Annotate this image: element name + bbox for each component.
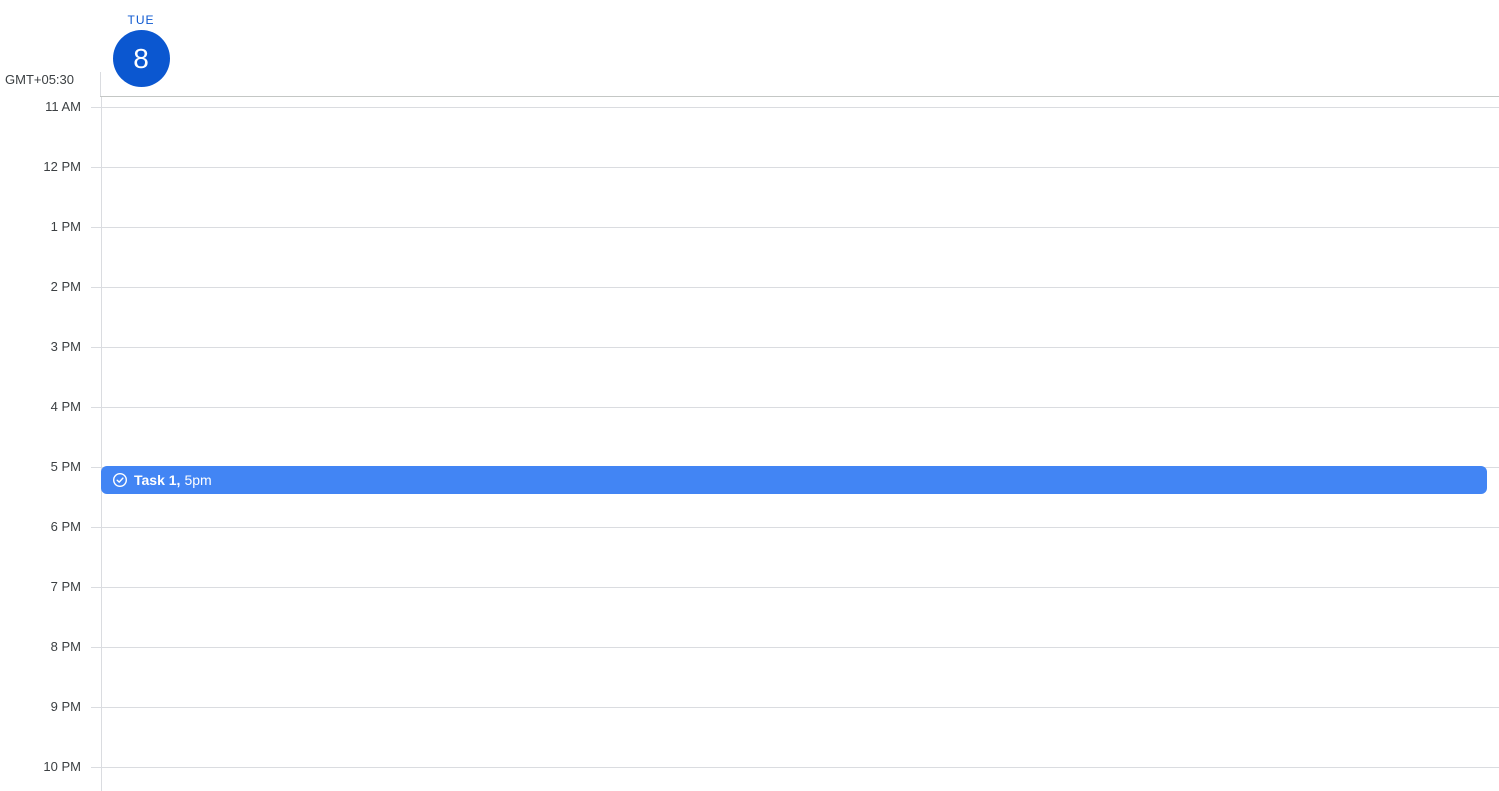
calendar-day-view: TUE 8 GMT+05:30 11 AM 12 PM 1 PM 2 PM 3 …: [0, 0, 1499, 791]
hour-tick: [91, 407, 101, 408]
hour-label: 2 PM: [50, 279, 81, 294]
hour-label: 12 PM: [43, 159, 81, 174]
hour-row: 9 PM: [0, 700, 1499, 767]
hour-tick: [91, 347, 101, 348]
hour-row: 6 PM: [0, 520, 1499, 587]
hour-row: 1 PM: [0, 220, 1499, 287]
event-time: 5pm: [184, 472, 212, 488]
hour-tick: [91, 107, 101, 108]
time-grid[interactable]: 11 AM 12 PM 1 PM 2 PM 3 PM 4 PM 5 PM 6 P…: [0, 97, 1499, 791]
hour-gridline: [101, 707, 1499, 708]
hour-label: 9 PM: [50, 699, 81, 714]
hour-gridline: [101, 167, 1499, 168]
header-divider-vertical: [100, 72, 101, 97]
hour-row: 4 PM: [0, 400, 1499, 467]
hour-gridline: [101, 227, 1499, 228]
hour-gridline: [101, 107, 1499, 108]
task-check-icon: [112, 472, 128, 488]
hour-row: 11 AM: [0, 100, 1499, 167]
hour-label: 8 PM: [50, 639, 81, 654]
hour-gridline: [101, 287, 1499, 288]
hour-label: 3 PM: [50, 339, 81, 354]
hour-tick: [91, 587, 101, 588]
hour-label: 5 PM: [50, 459, 81, 474]
hour-row: 2 PM: [0, 280, 1499, 347]
day-number-button[interactable]: 8: [112, 30, 170, 87]
day-name: TUE: [127, 13, 155, 27]
hour-gridline: [101, 767, 1499, 768]
hour-gridline: [101, 527, 1499, 528]
hour-tick: [91, 167, 101, 168]
hour-gridline: [101, 587, 1499, 588]
hour-label: 6 PM: [50, 519, 81, 534]
task-event-chip[interactable]: Task 1, 5pm: [101, 466, 1487, 494]
hour-row: 10 PM: [0, 760, 1499, 791]
hour-label: 10 PM: [43, 759, 81, 774]
timezone-label: GMT+05:30: [5, 72, 75, 87]
hour-gridline: [101, 347, 1499, 348]
hour-gridline: [101, 647, 1499, 648]
hour-row: 7 PM: [0, 580, 1499, 647]
day-header: TUE 8: [110, 10, 172, 87]
event-title: Task 1,: [134, 472, 181, 488]
hour-label: 1 PM: [50, 219, 81, 234]
hour-tick: [91, 707, 101, 708]
hour-row: 12 PM: [0, 160, 1499, 227]
hour-tick: [91, 287, 101, 288]
hour-row: 3 PM: [0, 340, 1499, 407]
hour-label: 4 PM: [50, 399, 81, 414]
hour-row: 8 PM: [0, 640, 1499, 707]
hour-tick: [91, 647, 101, 648]
hour-tick: [91, 227, 101, 228]
hour-label: 11 AM: [45, 99, 81, 114]
hour-label: 7 PM: [50, 579, 81, 594]
hour-tick: [91, 467, 101, 468]
hour-gridline: [101, 407, 1499, 408]
hour-tick: [91, 527, 101, 528]
hour-tick: [91, 767, 101, 768]
